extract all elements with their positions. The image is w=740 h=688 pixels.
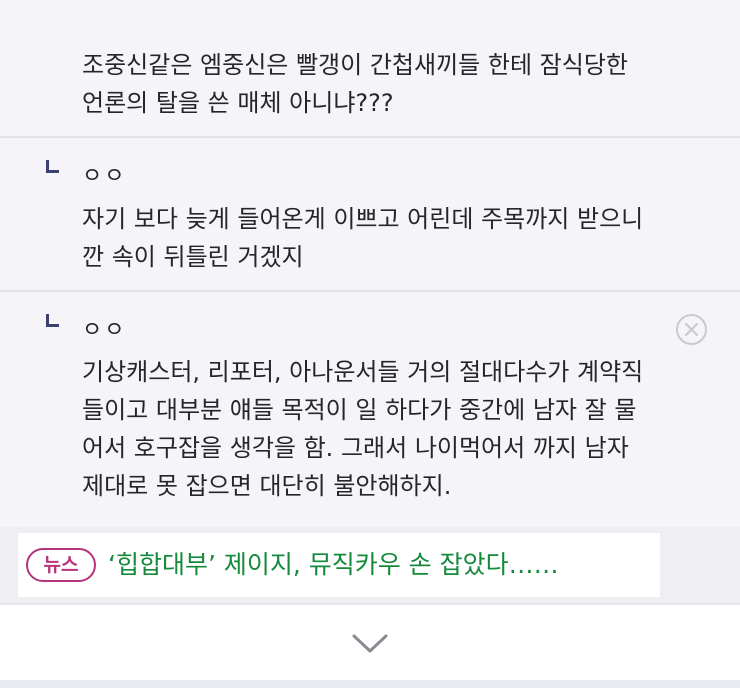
comment-nickname[interactable]: ㅇㅇ — [82, 158, 126, 190]
reply-arrow-icon — [46, 160, 59, 173]
comment-item: 조중신같은 엠중신은 빨갱이 간첩새끼들 한테 잠식당한 언론의 탈을 쓴 매체… — [0, 0, 740, 136]
close-circle-icon[interactable] — [675, 313, 708, 346]
news-link[interactable]: 뉴스 ‘힙합대부’ 제이지, 뮤직카우 손 잡았다…… — [18, 533, 660, 597]
bottom-strip — [0, 680, 740, 688]
news-banner: 뉴스 ‘힙합대부’ 제이지, 뮤직카우 손 잡았다…… — [0, 527, 740, 603]
news-headline[interactable]: ‘힙합대부’ 제이지, 뮤직카우 손 잡았다…… — [108, 547, 648, 583]
comment-nickname[interactable]: ㅇㅇ — [82, 312, 126, 344]
reply-arrow-icon — [46, 314, 59, 327]
load-more-area — [0, 603, 740, 680]
news-badge: 뉴스 — [26, 548, 96, 582]
chevron-down-icon[interactable] — [349, 627, 391, 659]
comment-text: 기상캐스터, 리포터, 아나운서들 거의 절대다수가 계약직 들이고 대부분 얘… — [82, 358, 644, 500]
comment-text: 자기 보다 늦게 들어온게 이쁘고 어린데 주목까지 받으니 깐 속이 뒤틀린 … — [82, 205, 644, 271]
comment-text: 조중신같은 엠중신은 빨갱이 간첩새끼들 한테 잠식당한 언론의 탈을 쓴 매체… — [82, 51, 628, 117]
